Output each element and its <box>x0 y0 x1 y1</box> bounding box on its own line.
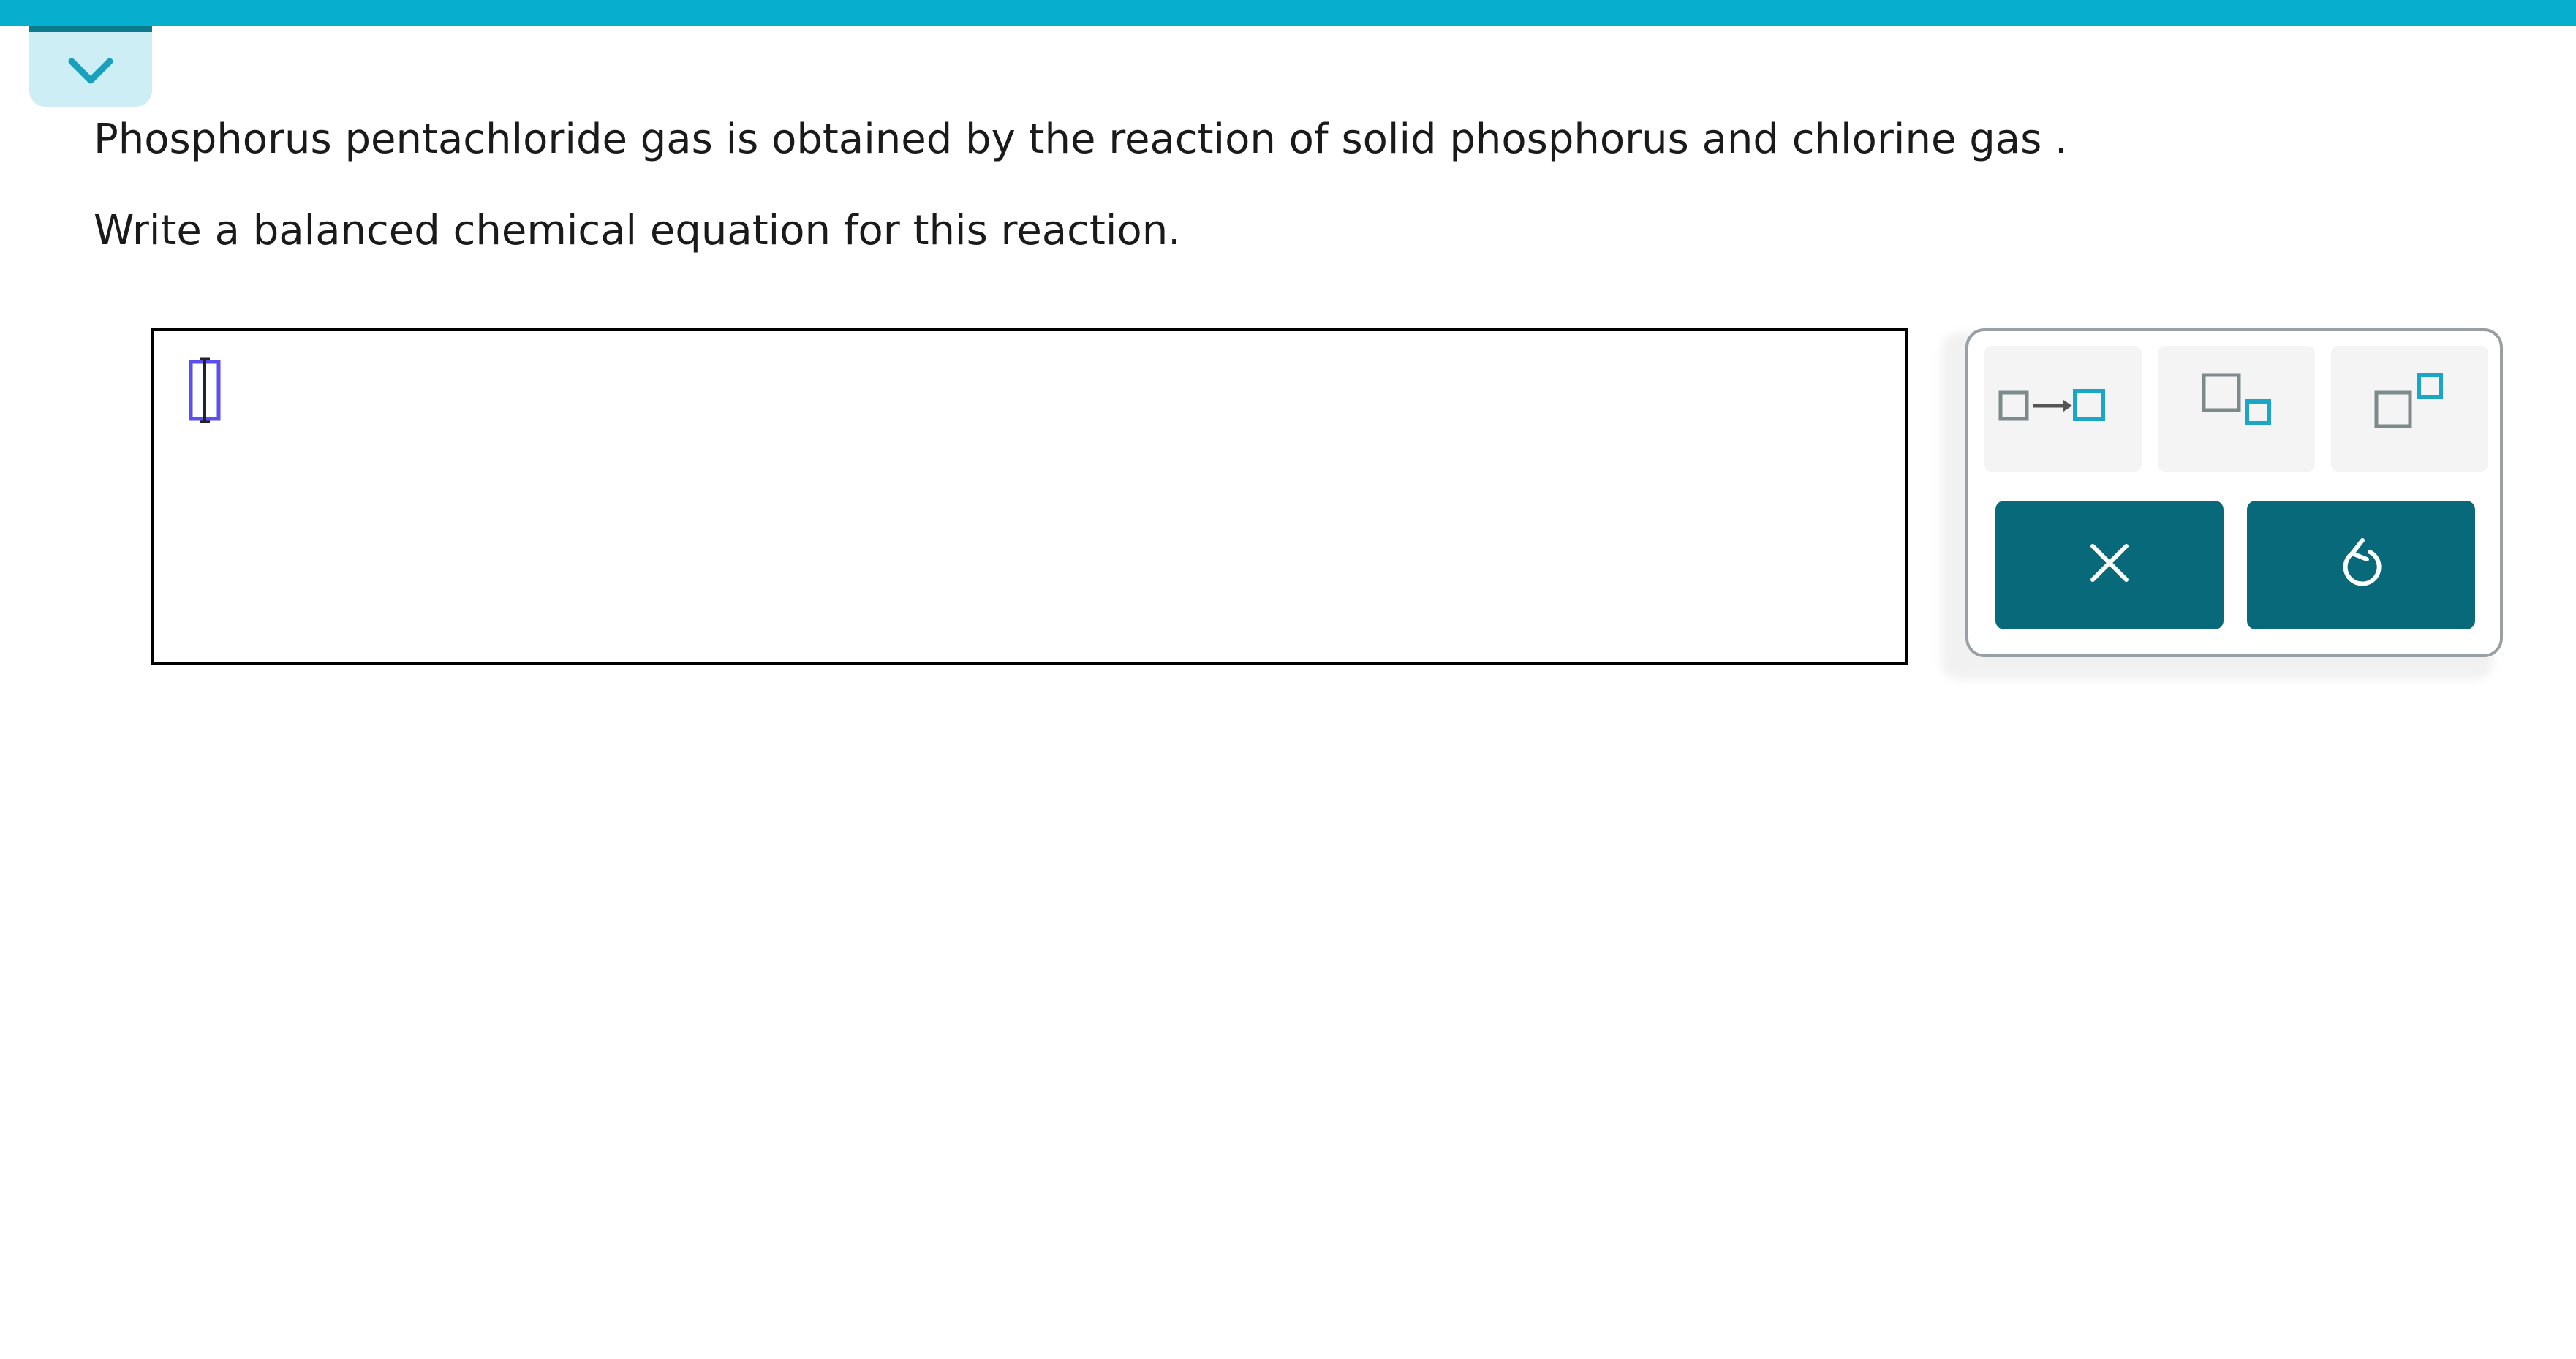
chevron-down-icon <box>68 58 113 84</box>
reaction-arrow-button[interactable] <box>1984 346 2142 472</box>
close-icon <box>2090 544 2129 582</box>
answer-input-box[interactable] <box>151 328 1908 665</box>
page: Phosphorus pentachloride gas is obtained… <box>0 0 2576 1359</box>
collapse-toggle-button[interactable] <box>29 26 152 107</box>
undo-button[interactable] <box>2247 501 2475 629</box>
superscript-icon <box>2374 373 2443 428</box>
equation-toolbar <box>1965 328 2503 657</box>
subscript-icon <box>2202 373 2271 425</box>
clear-button[interactable] <box>1995 501 2224 629</box>
superscript-button[interactable] <box>2331 346 2488 472</box>
top-bar <box>0 0 2576 26</box>
subscript-button[interactable] <box>2158 346 2315 472</box>
input-cursor-icon <box>189 357 221 423</box>
box-arrow-box-icon <box>1998 389 2105 421</box>
undo-icon <box>2343 538 2382 586</box>
question-text: Phosphorus pentachloride gas is obtained… <box>94 116 2068 163</box>
question-instruction: Write a balanced chemical equation for t… <box>94 207 1181 254</box>
